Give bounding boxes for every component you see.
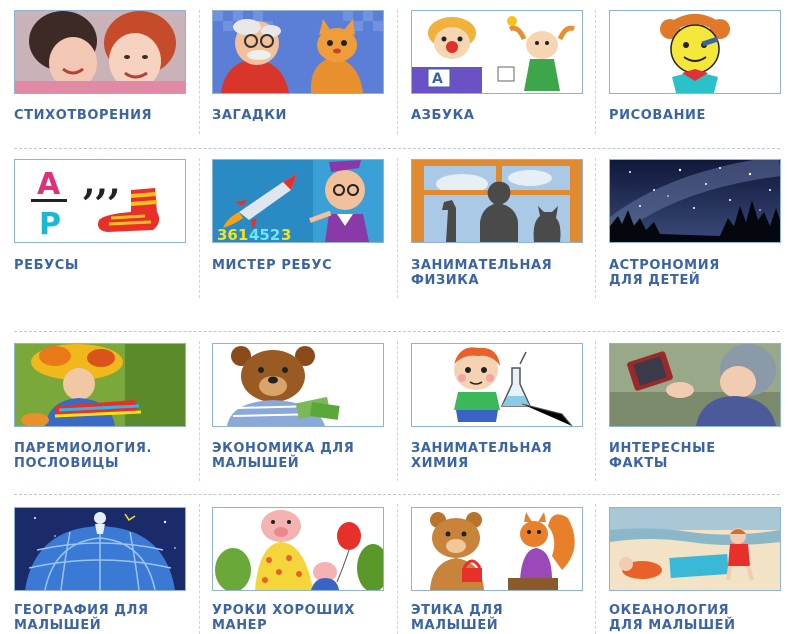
svg-text:А: А <box>432 71 443 87</box>
child-tablet-icon[interactable] <box>609 343 781 427</box>
topic-label[interactable]: ЗАНИМАТЕЛЬНАЯ ФИЗИКА <box>411 258 583 288</box>
topic-label[interactable]: УРОКИ ХОРОШИХ МАНЕР <box>212 603 384 633</box>
topic-label[interactable]: РЕБУСЫ <box>14 258 186 273</box>
topic-label[interactable]: ИНТЕРЕСНЫЕ ФАКТЫ <box>609 441 781 471</box>
svg-text:361: 361 <box>217 226 248 242</box>
svg-text:Р: Р <box>39 207 61 242</box>
column-divider <box>199 504 200 634</box>
topic-label[interactable]: ОКЕАНОЛОГИЯ ДЛЯ МАЛЫШЕЙ <box>609 603 781 633</box>
bear-money-icon[interactable] <box>212 343 384 427</box>
topic-label[interactable]: АЗБУКА <box>411 108 583 123</box>
column-divider <box>397 10 398 134</box>
column-divider <box>397 341 398 481</box>
topic-label[interactable]: ЗАГАДКИ <box>212 108 384 123</box>
boy-flask-icon[interactable] <box>411 343 583 427</box>
column-divider <box>595 341 596 481</box>
topic-label[interactable]: РИСОВАНИЕ <box>609 108 781 123</box>
svg-text:3: 3 <box>281 226 291 242</box>
column-divider <box>595 10 596 134</box>
rebus-letters-sock-icon[interactable]: А Р ,,, <box>14 159 186 243</box>
beach-children-icon[interactable] <box>609 507 781 591</box>
column-divider <box>199 10 200 134</box>
topic-label[interactable]: ЭТИКА ДЛЯ МАЛЫШЕЙ <box>411 603 583 633</box>
topic-label[interactable]: ГЕОГРАФИЯ ДЛЯ МАЛЫШЕЙ <box>14 603 186 633</box>
column-divider <box>397 504 398 634</box>
column-divider <box>595 504 596 634</box>
rocket-teacher-icon[interactable]: 361 452 3 <box>212 159 384 243</box>
topics-grid: СТИХОТВОРЕНИЯ ЗАГАДКИ А АЗБУКА РИСОВАНИЕ… <box>0 0 788 634</box>
clown-alphabet-icon[interactable]: А <box>411 10 583 94</box>
svg-text:А: А <box>37 167 61 202</box>
column-divider <box>199 158 200 298</box>
grandpa-cat-icon[interactable] <box>212 10 384 94</box>
topic-label[interactable]: АСТРОНОМИЯ ДЛЯ ДЕТЕЙ <box>609 258 781 288</box>
window-silhouettes-icon[interactable] <box>411 159 583 243</box>
topic-label[interactable]: МИСТЕР РЕБУС <box>212 258 384 273</box>
row-divider <box>14 331 780 332</box>
topic-label[interactable]: ЗАНИМАТЕЛЬНАЯ ХИМИЯ <box>411 441 583 471</box>
doll-drawing-icon[interactable] <box>609 10 781 94</box>
topic-label[interactable]: ЭКОНОМИКА ДЛЯ МАЛЫШЕЙ <box>212 441 384 471</box>
row-divider <box>14 148 780 149</box>
pig-balloon-icon[interactable] <box>212 507 384 591</box>
globe-night-icon[interactable] <box>14 507 186 591</box>
night-sky-icon[interactable] <box>609 159 781 243</box>
children-photo-icon[interactable] <box>14 10 186 94</box>
svg-text:,,,: ,,, <box>83 161 121 203</box>
column-divider <box>397 158 398 298</box>
bear-squirrel-icon[interactable] <box>411 507 583 591</box>
topic-label[interactable]: ПАРЕМИОЛОГИЯ. ПОСЛОВИЦЫ <box>14 441 186 471</box>
row-divider <box>14 494 780 495</box>
column-divider <box>199 341 200 481</box>
autumn-leaves-child-icon[interactable] <box>14 343 186 427</box>
topic-label[interactable]: СТИХОТВОРЕНИЯ <box>14 108 186 123</box>
svg-text:452: 452 <box>249 226 280 242</box>
column-divider <box>595 158 596 298</box>
